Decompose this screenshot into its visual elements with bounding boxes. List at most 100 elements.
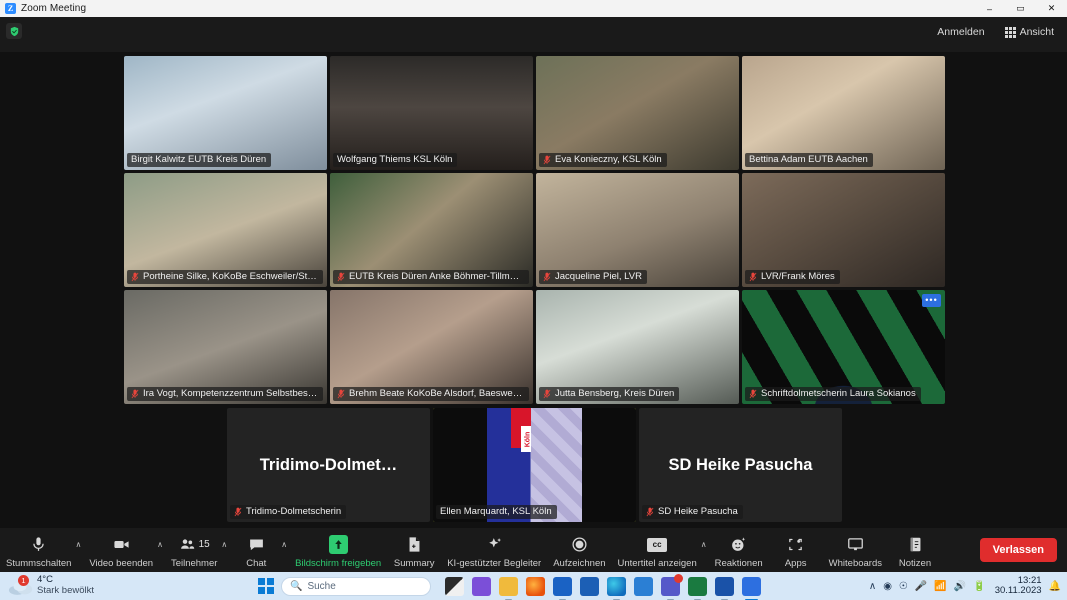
participant-tile[interactable]: LVR/Frank Möres xyxy=(742,173,945,287)
outlook-icon[interactable] xyxy=(553,576,572,600)
participant-tile[interactable]: SD Heike Pasucha SD Heike Pasucha xyxy=(639,408,842,522)
wifi-icon[interactable]: 📶 xyxy=(934,581,946,592)
participant-tile[interactable]: Jacqueline Piel, LVR xyxy=(536,173,739,287)
participant-tile[interactable]: Brehm Beate KoKoBe Alsdorf, Baesweiler, … xyxy=(330,290,533,404)
participant-name-label: Ellen Marquardt, KSL Köln xyxy=(436,505,557,519)
toolbar-button-reaktionen[interactable]: Reaktionen xyxy=(709,528,769,572)
minimize-button[interactable]: – xyxy=(974,0,1005,17)
closed-caption-icon-wrap: cc xyxy=(647,535,668,555)
participant-tile[interactable]: ••• Schriftdolmetscherin Laura Sokianos xyxy=(742,290,945,404)
search-icon: 🔍 xyxy=(290,580,303,592)
toolbar-button-aufzeichnen[interactable]: Aufzeichnen xyxy=(547,528,611,572)
search-input[interactable]: 🔍 Suche xyxy=(281,576,431,596)
participant-name: Wolfgang Thiems KSL Köln xyxy=(337,154,453,165)
word-icon[interactable] xyxy=(715,576,734,600)
toolbar-button-label: Chat xyxy=(246,557,267,569)
participant-tile[interactable]: Bettina Adam EUTB Aachen xyxy=(742,56,945,170)
chevron-up-icon[interactable]: ∧ xyxy=(281,540,287,561)
participant-tile[interactable]: Jutta Bensberg, Kreis Düren xyxy=(536,290,739,404)
view-button[interactable]: Ansicht xyxy=(1000,23,1059,41)
toolbar-button-whiteboards[interactable]: Whiteboards xyxy=(823,528,888,572)
header-actions: Anmelden Ansicht xyxy=(932,23,1059,41)
todo-check-icon[interactable] xyxy=(634,576,653,596)
zoom-app-icon[interactable] xyxy=(472,576,491,596)
record-circle-icon-wrap xyxy=(571,535,588,555)
edge-icon[interactable] xyxy=(607,576,626,600)
toolbar-group: Stummschalten ∧ xyxy=(0,528,83,572)
muted-mic-icon xyxy=(749,389,757,398)
battery-icon[interactable]: 🔋 xyxy=(973,581,985,592)
firefox-icon[interactable] xyxy=(526,576,545,596)
microphone-tray-icon[interactable]: 🎤 xyxy=(915,581,927,592)
security-shield-icon xyxy=(6,23,22,39)
taskbar-clock[interactable]: 13:21 30.11.2023 xyxy=(995,575,1042,597)
chevron-up-icon[interactable]: ∧ xyxy=(75,540,81,561)
leave-button[interactable]: Verlassen xyxy=(979,538,1057,562)
muted-mic-icon xyxy=(749,272,757,281)
sync-icon[interactable]: ◉ xyxy=(883,581,892,592)
bell-icon[interactable]: 🔔 xyxy=(1049,581,1061,592)
toolbar-button-label: Summary xyxy=(393,557,435,569)
muted-mic-icon xyxy=(337,389,345,398)
participant-name-label: Ira Vogt, Kompetenzzentrum Selbstbestimm… xyxy=(127,387,323,401)
participant-tile[interactable]: Portheine Silke, KoKoBe Eschweiler/Stolb… xyxy=(124,173,327,287)
toolbar-button-teilnehmer[interactable]: 15 Teilnehmer xyxy=(165,528,223,572)
tile-more-button[interactable]: ••• xyxy=(922,294,941,307)
sign-in-button[interactable]: Anmelden xyxy=(932,23,989,41)
share-screen-icon-wrap xyxy=(328,535,348,555)
zoom-meeting-active-icon[interactable] xyxy=(742,576,761,600)
toolbar-button-label: Notizen xyxy=(898,557,932,569)
toolbar-button-label: KI-gestützter Begleiter xyxy=(447,557,542,569)
file-explorer-icon[interactable] xyxy=(499,576,518,600)
chevron-up-icon[interactable]: ∧ xyxy=(701,540,707,561)
gallery-grid-bottom-row: Tridimo-Dolmet… Tridimo-Dolmetscherin Köln… xyxy=(227,408,842,522)
toolbar-button-label: Apps xyxy=(784,557,807,569)
reactions-smiley-icon-wrap xyxy=(730,535,747,555)
microsoft-store-icon[interactable] xyxy=(580,576,599,596)
camera-icon-wrap xyxy=(113,535,130,555)
toolbar-button-chat[interactable]: Chat xyxy=(229,528,283,572)
muted-mic-icon xyxy=(131,272,139,281)
weather-widget[interactable]: 1 4°C Stark bewölkt xyxy=(8,574,95,597)
toolbar-group: Whiteboards xyxy=(823,528,888,572)
whiteboard-icon xyxy=(847,538,863,551)
participants-icon-wrap: 15 xyxy=(179,535,210,555)
toolbar-button-stummschalten[interactable]: Stummschalten xyxy=(0,528,77,572)
participant-tile[interactable]: Birgit Kalwitz EUTB Kreis Düren xyxy=(124,56,327,170)
toolbar-button-ki-gest-tzter-begleiter[interactable]: KI-gestützter Begleiter xyxy=(441,528,547,572)
tray-chevron-icon[interactable]: ∧ xyxy=(869,581,876,592)
window-controls: – ▭ ✕ xyxy=(974,0,1067,17)
volume-icon[interactable]: 🔊 xyxy=(954,581,966,592)
notes-icon-wrap xyxy=(907,535,924,555)
taskbar-center: 🔍 Suche xyxy=(258,576,431,596)
participant-tile[interactable]: EUTB Kreis Düren Anke Böhmer-Tillmann xyxy=(330,173,533,287)
participant-tile[interactable]: Wolfgang Thiems KSL Köln xyxy=(330,56,533,170)
weather-text: 4°C Stark bewölkt xyxy=(37,574,95,597)
toolbar-button-apps[interactable]: Apps xyxy=(769,528,823,572)
toolbar-button-untertitel-anzeigen[interactable]: cc Untertitel anzeigen xyxy=(612,528,703,572)
task-view-icon[interactable] xyxy=(445,576,464,596)
participant-name: Brehm Beate KoKoBe Alsdorf, Baesweiler, … xyxy=(349,388,524,399)
toolbar-button-notizen[interactable]: Notizen xyxy=(888,528,942,572)
teams-icon[interactable] xyxy=(661,573,683,600)
toolbar-button-bildschirm-freigeben[interactable]: Bildschirm freigeben xyxy=(289,528,387,572)
weather-condition: Stark bewölkt xyxy=(37,585,95,596)
close-button[interactable]: ✕ xyxy=(1036,0,1067,17)
participant-tile[interactable]: Ira Vogt, Kompetenzzentrum Selbstbestimm… xyxy=(124,290,327,404)
muted-mic-icon xyxy=(131,389,139,398)
participant-name: Birgit Kalwitz EUTB Kreis Düren xyxy=(131,154,267,165)
participant-name-label: Jutta Bensberg, Kreis Düren xyxy=(539,387,680,401)
maximize-button[interactable]: ▭ xyxy=(1005,0,1036,17)
window-titlebar: Z Zoom Meeting – ▭ ✕ xyxy=(0,0,1067,17)
chevron-up-icon[interactable]: ∧ xyxy=(157,540,163,561)
excel-icon[interactable] xyxy=(688,576,707,600)
mouse-icon[interactable]: ☉ xyxy=(899,581,908,592)
chevron-up-icon[interactable]: ∧ xyxy=(221,540,227,561)
participant-tile[interactable]: Köln Ellen Marquardt, KSL Köln xyxy=(433,408,636,522)
cloud-icon: 1 xyxy=(8,575,33,596)
windows-start-icon[interactable] xyxy=(258,577,275,595)
participant-tile[interactable]: Eva Konieczny, KSL Köln xyxy=(536,56,739,170)
participant-tile[interactable]: Tridimo-Dolmet… Tridimo-Dolmetscherin xyxy=(227,408,430,522)
toolbar-button-summary[interactable]: Summary xyxy=(387,528,441,572)
toolbar-button-video-beenden[interactable]: Video beenden xyxy=(83,528,159,572)
